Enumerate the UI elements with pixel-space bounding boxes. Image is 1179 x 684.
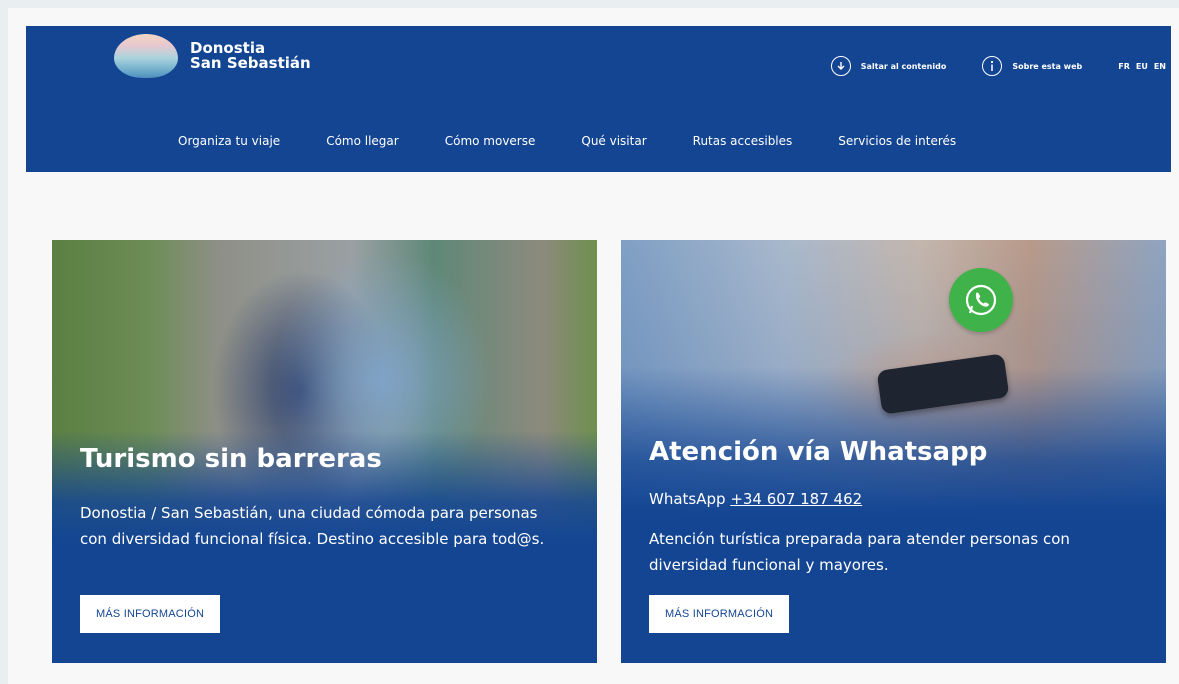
site-logo[interactable]: Donostia San Sebastián <box>114 34 311 78</box>
site-header: Donostia San Sebastián Saltar al conteni… <box>26 26 1171 172</box>
whatsapp-phone-line: WhatsApp +34 607 187 462 <box>649 486 1138 512</box>
card-atencion-whatsapp: Atención vía Whatsapp WhatsApp +34 607 1… <box>621 240 1166 663</box>
nav-item-rutas-accesibles[interactable]: Rutas accesibles <box>693 134 793 148</box>
about-site-link[interactable]: Sobre esta web <box>982 56 1082 76</box>
nav-item-servicios-de-interes[interactable]: Servicios de interés <box>838 134 956 148</box>
card-title: Atención vía Whatsapp <box>649 437 988 467</box>
nav-item-que-visitar[interactable]: Qué visitar <box>581 134 646 148</box>
card-turismo-sin-barreras: Turismo sin barreras Donostia / San Seba… <box>52 240 597 663</box>
card-description: Donostia / San Sebastián, una ciudad cóm… <box>80 504 545 548</box>
download-arrow-icon <box>830 56 851 76</box>
lang-fr[interactable]: FR <box>1118 62 1130 71</box>
nav-item-como-llegar[interactable]: Cómo llegar <box>326 134 399 148</box>
card-button-wrap: MÁS INFORMACIÓN <box>80 595 569 633</box>
nav-item-como-moverse[interactable]: Cómo moverse <box>445 134 536 148</box>
language-switcher: FR EU EN <box>1118 62 1166 71</box>
skip-to-content-link[interactable]: Saltar al contenido <box>830 56 947 76</box>
whatsapp-label: WhatsApp <box>649 490 726 508</box>
whatsapp-icon <box>949 268 1013 332</box>
lang-eu[interactable]: EU <box>1136 62 1148 71</box>
card-button-wrap: MÁS INFORMACIÓN <box>649 595 1138 633</box>
main-nav: Organiza tu viaje Cómo llegar Cómo mover… <box>178 134 956 148</box>
card-content: Atención vía Whatsapp <box>649 436 1138 468</box>
logo-text: Donostia San Sebastián <box>190 41 311 71</box>
about-site-label: Sobre esta web <box>1012 61 1083 71</box>
logo-line-2: San Sebastián <box>190 54 311 72</box>
card-content: Turismo sin barreras <box>80 443 569 475</box>
more-info-button[interactable]: MÁS INFORMACIÓN <box>649 595 790 633</box>
card-description: Atención turística preparada para atende… <box>649 530 1070 574</box>
card-description-wrap: Donostia / San Sebastián, una ciudad cóm… <box>80 500 569 552</box>
skip-to-content-label: Saltar al contenido <box>860 61 947 71</box>
card-title: Turismo sin barreras <box>80 444 382 474</box>
card-description-wrap: Atención turística preparada para atende… <box>649 526 1138 578</box>
logo-mark-icon <box>114 34 178 78</box>
whatsapp-phone-link[interactable]: +34 607 187 462 <box>730 490 862 508</box>
lang-en[interactable]: EN <box>1154 62 1166 71</box>
utility-bar: Saltar al contenido Sobre esta web FR EU… <box>830 56 1171 76</box>
more-info-button[interactable]: MÁS INFORMACIÓN <box>80 595 221 633</box>
card-phone-line: WhatsApp +34 607 187 462 <box>649 486 1138 512</box>
nav-item-organiza-tu-viaje[interactable]: Organiza tu viaje <box>178 134 280 148</box>
info-icon <box>982 56 1003 76</box>
